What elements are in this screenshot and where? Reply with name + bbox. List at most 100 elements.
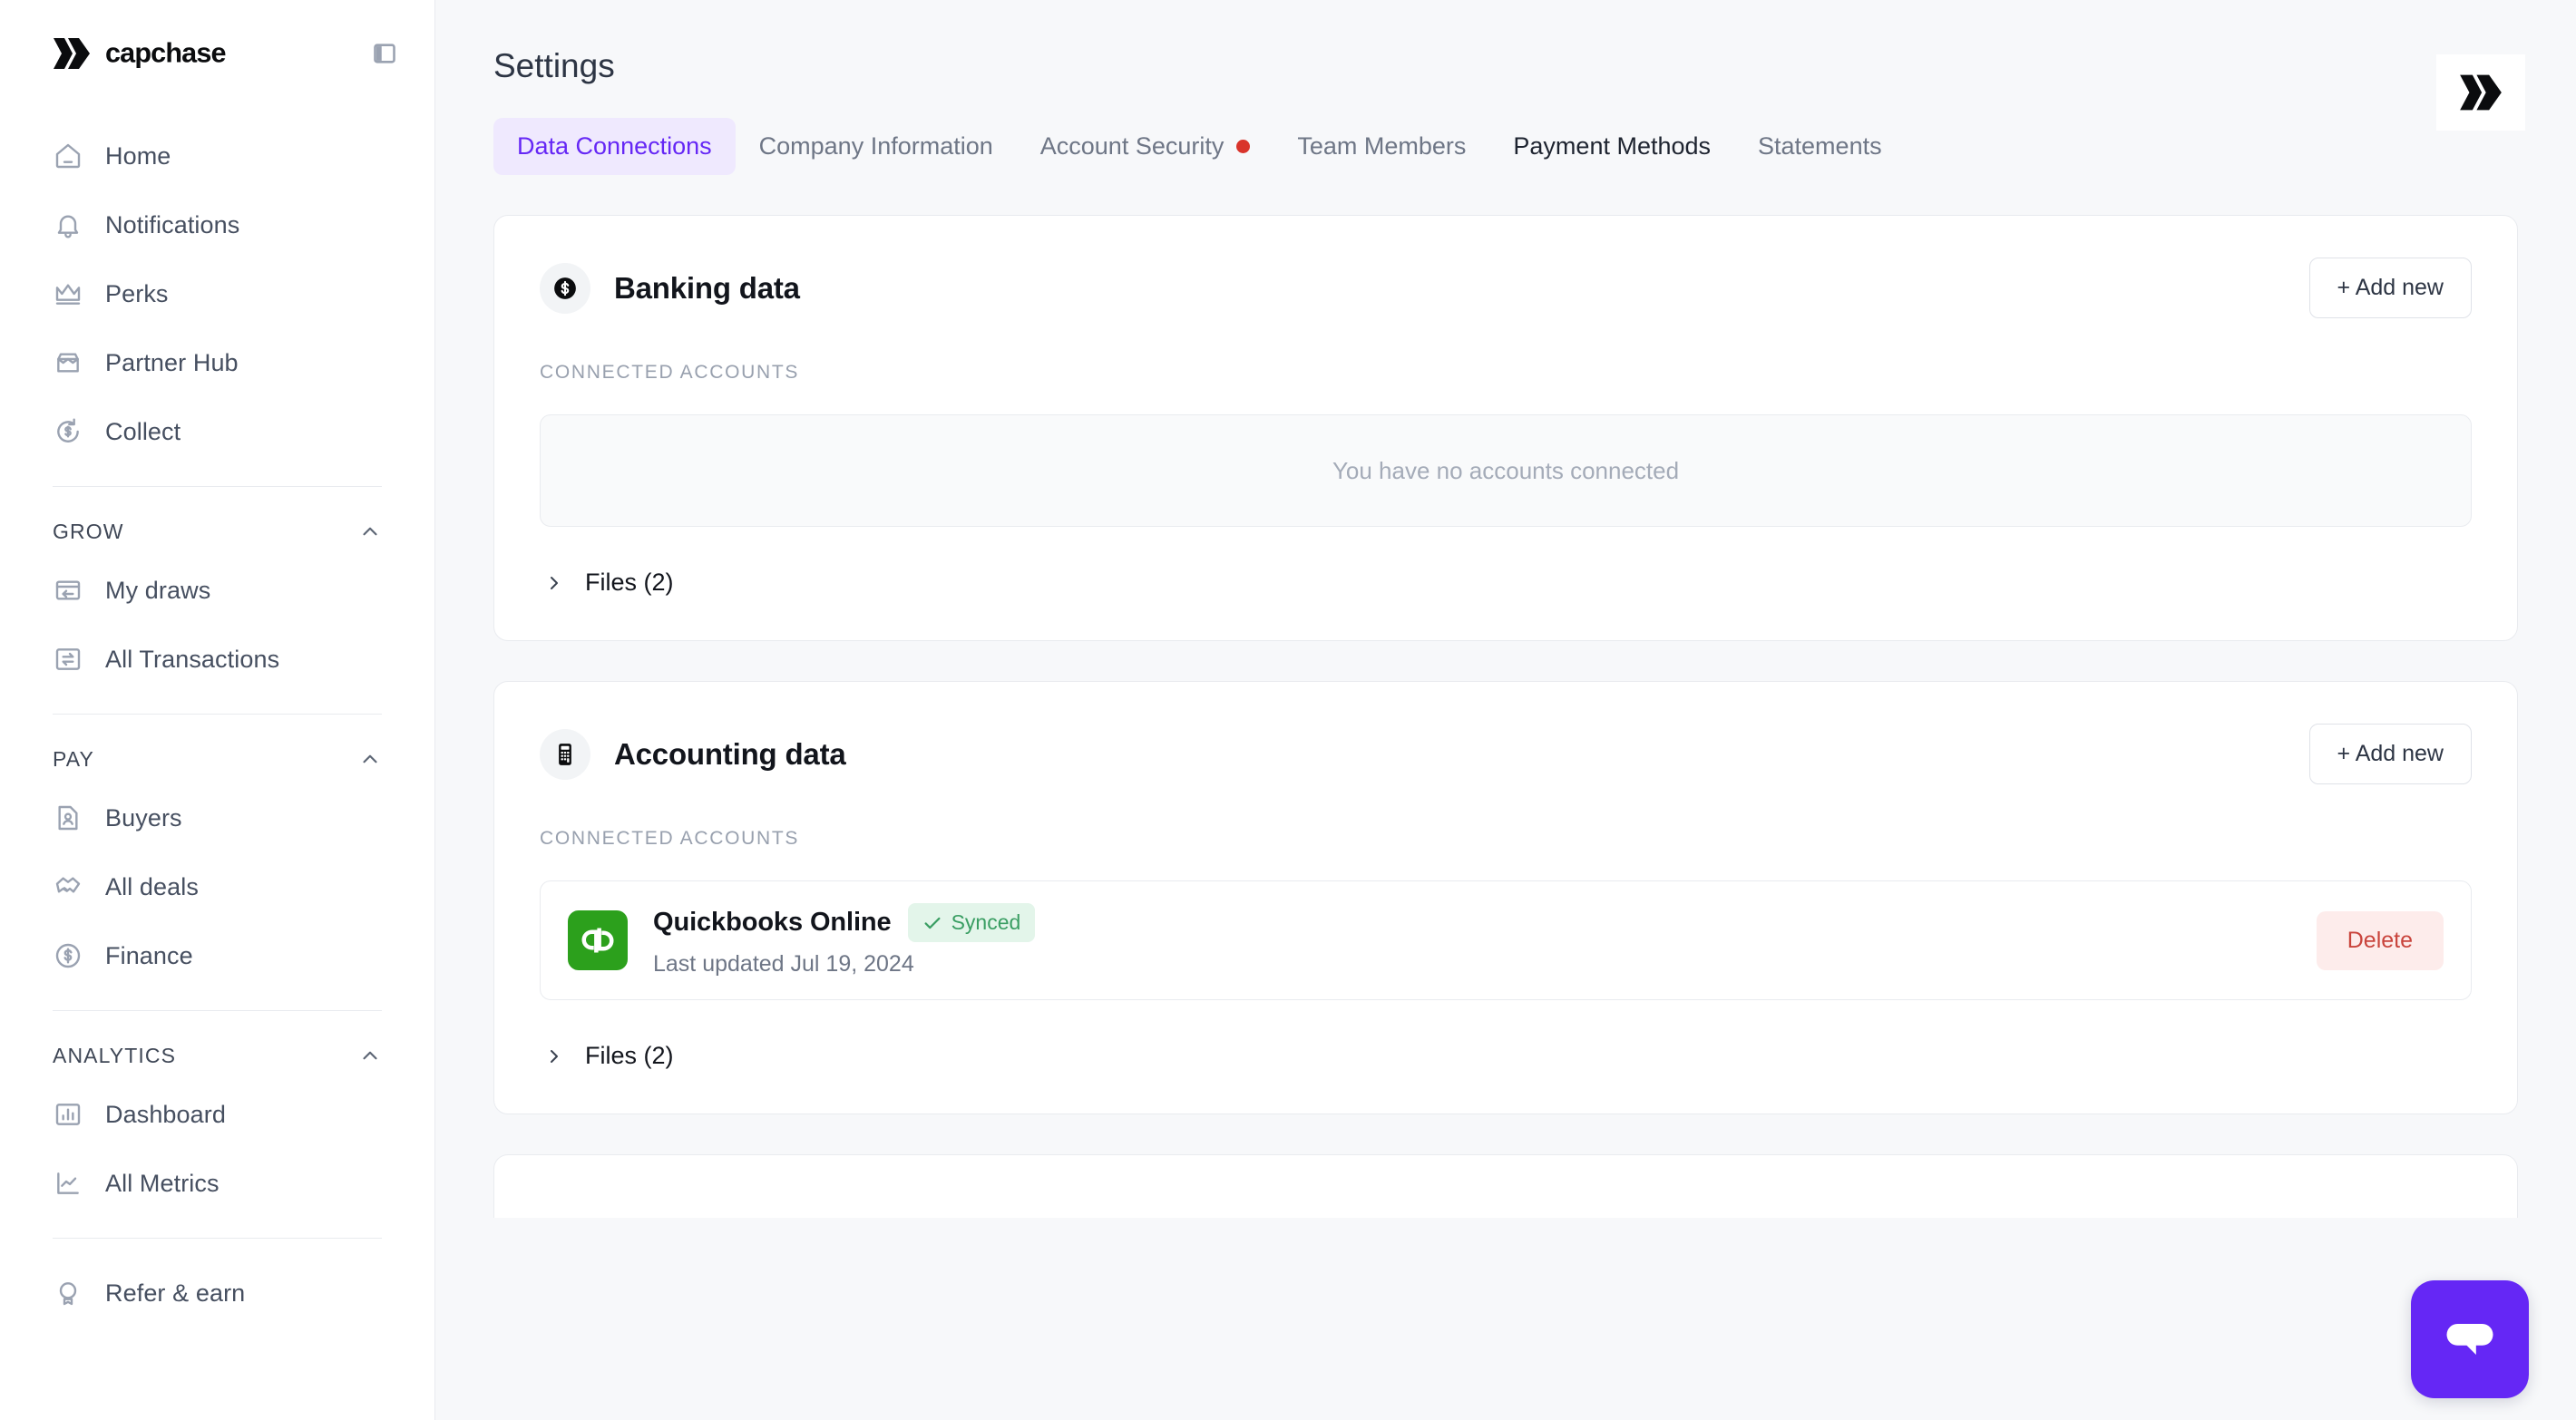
sidebar-divider bbox=[53, 1238, 382, 1239]
card-header: Banking data + Add new bbox=[540, 258, 2472, 318]
tab-label: Data Connections bbox=[517, 132, 712, 160]
sidebar-group-pay[interactable]: PAY bbox=[31, 734, 404, 783]
check-icon bbox=[924, 917, 941, 929]
tab-account-security[interactable]: Account Security bbox=[1017, 118, 1274, 175]
add-new-banking-button[interactable]: + Add new bbox=[2308, 258, 2472, 318]
main-inner: Settings Data Connections Company Inform… bbox=[435, 0, 2576, 1218]
next-data-card-partial bbox=[493, 1154, 2518, 1218]
sidebar-item-notifications[interactable]: Notifications bbox=[31, 190, 404, 259]
connected-account-row: Quickbooks Online Synced Last updated Ju… bbox=[540, 880, 2472, 1000]
transactions-icon bbox=[53, 644, 83, 675]
sidebar-divider bbox=[53, 1010, 382, 1011]
tab-payment-methods[interactable]: Payment Methods bbox=[1489, 118, 1734, 175]
sidebar-item-my-draws[interactable]: My draws bbox=[31, 556, 404, 625]
sidebar-item-buyers[interactable]: Buyers bbox=[31, 783, 404, 852]
banking-files-toggle[interactable]: Files (2) bbox=[540, 569, 2472, 597]
capchase-logo[interactable]: capchase bbox=[53, 36, 268, 71]
tab-company-information[interactable]: Company Information bbox=[736, 118, 1017, 175]
sidebar-group-title: GROW bbox=[53, 519, 124, 543]
banking-empty-state: You have no accounts connected bbox=[540, 414, 2472, 527]
capchase-mark-icon bbox=[54, 38, 90, 69]
delete-account-button[interactable]: Delete bbox=[2316, 910, 2444, 970]
quickbooks-icon bbox=[568, 910, 628, 970]
card-title-wrap: Accounting data bbox=[540, 728, 846, 780]
dollar-coin-glyph bbox=[554, 277, 576, 299]
dollar-coin-icon bbox=[540, 262, 590, 314]
card-title: Accounting data bbox=[614, 736, 846, 771]
sidebar-item-label: Home bbox=[105, 141, 171, 170]
accounting-files-toggle[interactable]: Files (2) bbox=[540, 1042, 2472, 1070]
crown-icon bbox=[53, 278, 83, 309]
svg-text:capchase: capchase bbox=[105, 38, 226, 68]
sidebar-item-label: All Metrics bbox=[105, 1169, 220, 1197]
sidebar-item-perks[interactable]: Perks bbox=[31, 259, 404, 328]
accounting-data-card: Accounting data + Add new CONNECTED ACCO… bbox=[493, 681, 2518, 1114]
tab-statements[interactable]: Statements bbox=[1734, 118, 1906, 175]
account-info: Quickbooks Online Synced Last updated Ju… bbox=[568, 903, 1036, 977]
collapse-sidebar-button[interactable] bbox=[369, 38, 400, 69]
account-text: Quickbooks Online Synced Last updated Ju… bbox=[653, 903, 1036, 977]
sidebar-item-label: Buyers bbox=[105, 803, 182, 832]
card-title-wrap: Banking data bbox=[540, 262, 800, 314]
alert-dot-icon bbox=[1236, 140, 1251, 153]
sidebar-item-label: All Transactions bbox=[105, 645, 280, 673]
empty-state-text: You have no accounts connected bbox=[1332, 456, 1680, 484]
chat-launcher-button[interactable] bbox=[2411, 1280, 2529, 1398]
connected-accounts-label: CONNECTED ACCOUNTS bbox=[540, 828, 800, 849]
status-badge-label: Synced bbox=[951, 910, 1021, 934]
chevron-right-icon bbox=[551, 1049, 558, 1063]
capchase-wordmark: capchase bbox=[105, 38, 227, 68]
sidebar-group-title: PAY bbox=[53, 746, 94, 771]
tab-label: Company Information bbox=[758, 132, 993, 160]
connected-accounts-label: CONNECTED ACCOUNTS bbox=[540, 362, 800, 383]
account-name: Quickbooks Online bbox=[653, 908, 892, 937]
sidebar-item-label: Finance bbox=[105, 941, 193, 969]
line-chart-icon bbox=[53, 1168, 83, 1199]
capchase-mark-icon bbox=[2460, 74, 2502, 111]
handshake-icon bbox=[53, 871, 83, 902]
account-last-updated: Last updated Jul 19, 2024 bbox=[653, 951, 914, 977]
sidebar-item-refer-and-earn[interactable]: Refer & earn bbox=[31, 1259, 404, 1328]
sidebar-group-analytics[interactable]: ANALYTICS bbox=[31, 1031, 404, 1080]
chevron-right-icon bbox=[551, 576, 558, 589]
sidebar-group-analytics-items: Dashboard All Metrics bbox=[31, 1080, 404, 1218]
sidebar: capchase Home Notifications Perks Partne… bbox=[0, 0, 435, 1420]
account-name-row: Quickbooks Online Synced bbox=[653, 903, 1036, 942]
brand-row: capchase bbox=[31, 0, 404, 107]
sidebar-footer-nav: Refer & earn bbox=[31, 1259, 404, 1328]
sidebar-item-partner-hub[interactable]: Partner Hub bbox=[31, 328, 404, 397]
tab-label: Account Security bbox=[1039, 132, 1225, 160]
sidebar-group-grow[interactable]: GROW bbox=[31, 507, 404, 556]
sidebar-item-label: Refer & earn bbox=[105, 1279, 246, 1307]
sidebar-item-label: All deals bbox=[105, 872, 199, 900]
contact-document-icon bbox=[53, 802, 83, 833]
sidebar-item-collect[interactable]: Collect bbox=[31, 397, 404, 466]
sidebar-item-label: Partner Hub bbox=[105, 348, 239, 376]
page-title: Settings bbox=[493, 47, 615, 84]
settings-tabs: Data Connections Company Information Acc… bbox=[493, 118, 2518, 175]
sidebar-item-all-deals[interactable]: All deals bbox=[31, 852, 404, 921]
quickbooks-glyph bbox=[581, 928, 614, 953]
sidebar-item-all-transactions[interactable]: All Transactions bbox=[31, 625, 404, 694]
capchase-logo-badge bbox=[2436, 54, 2525, 131]
sidebar-item-all-metrics[interactable]: All Metrics bbox=[31, 1149, 404, 1218]
sidebar-item-finance[interactable]: Finance bbox=[31, 921, 404, 990]
home-icon bbox=[53, 141, 83, 171]
sidebar-group-grow-items: My draws All Transactions bbox=[31, 556, 404, 694]
tab-label: Payment Methods bbox=[1513, 132, 1712, 160]
sidebar-item-dashboard[interactable]: Dashboard bbox=[31, 1080, 404, 1149]
app-root: capchase Home Notifications Perks Partne… bbox=[0, 0, 2576, 1420]
chevron-up-icon bbox=[363, 527, 377, 536]
banking-data-card: Banking data + Add new CONNECTED ACCOUNT… bbox=[493, 215, 2518, 641]
main-content: Settings Data Connections Company Inform… bbox=[435, 0, 2576, 1420]
draw-card-icon bbox=[53, 575, 83, 606]
sidebar-group-pay-items: Buyers All deals Finance bbox=[31, 783, 404, 990]
chevron-up-icon bbox=[363, 1051, 377, 1060]
dollar-refresh-icon bbox=[53, 416, 83, 447]
referral-badge-icon bbox=[53, 1278, 83, 1308]
tab-team-members[interactable]: Team Members bbox=[1273, 118, 1489, 175]
tab-data-connections[interactable]: Data Connections bbox=[493, 118, 736, 175]
tab-label: Team Members bbox=[1297, 132, 1467, 160]
add-new-accounting-button[interactable]: + Add new bbox=[2308, 724, 2472, 784]
sidebar-item-home[interactable]: Home bbox=[31, 122, 404, 190]
